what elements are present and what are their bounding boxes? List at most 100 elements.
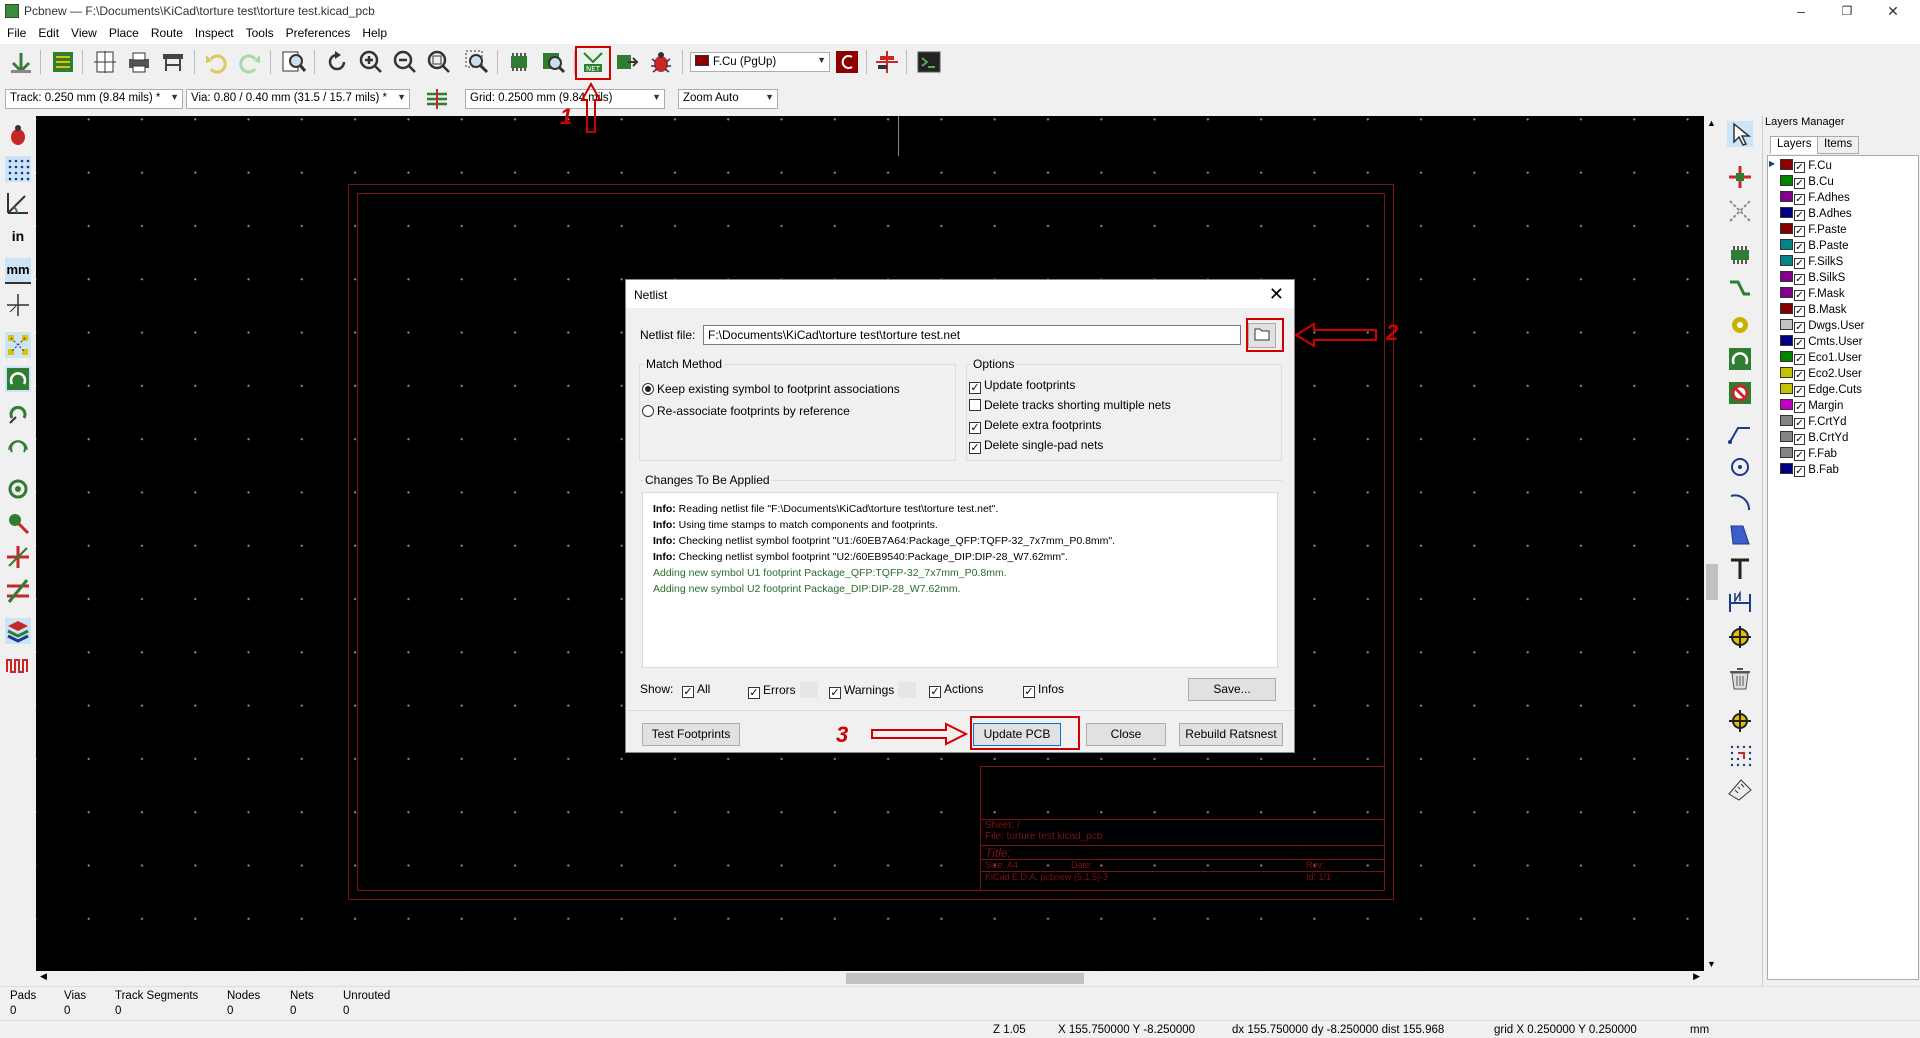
- save-icon[interactable]: [8, 49, 34, 75]
- layer-color-swatch[interactable]: [1780, 447, 1793, 458]
- zone-fill-icon[interactable]: [5, 366, 31, 392]
- footprint-browser-icon[interactable]: [540, 49, 566, 75]
- layer-color-swatch[interactable]: [1780, 351, 1793, 362]
- radio-keep-associations[interactable]: Keep existing symbol to footprint associ…: [642, 382, 900, 396]
- layer-row[interactable]: ✓ F.SilkS: [1780, 255, 1843, 271]
- layer-visibility-checkbox[interactable]: ✓: [1794, 466, 1805, 477]
- layer-row[interactable]: ✓ Dwgs.User: [1780, 319, 1864, 335]
- add-line-icon[interactable]: [1727, 420, 1753, 446]
- highlight-net-icon[interactable]: [1727, 164, 1753, 190]
- vertical-scrollbar[interactable]: ▲ ▼: [1704, 116, 1720, 971]
- layer-color-swatch[interactable]: [1780, 191, 1793, 202]
- layer-color-swatch[interactable]: [1780, 223, 1793, 234]
- layer-visibility-checkbox[interactable]: ✓: [1794, 370, 1805, 381]
- layer-row[interactable]: ✓ Eco1.User: [1780, 351, 1862, 367]
- add-target-icon[interactable]: [1727, 624, 1753, 650]
- layer-row[interactable]: ✓ F.CrtYd: [1780, 415, 1847, 431]
- layer-color-swatch[interactable]: [1780, 319, 1793, 330]
- add-via-icon[interactable]: [1727, 312, 1753, 338]
- layer-visibility-checkbox[interactable]: ✓: [1794, 226, 1805, 237]
- chk-delete-extra[interactable]: ✓ Delete extra footprints: [969, 418, 1101, 434]
- zoom-out-icon[interactable]: [392, 49, 418, 75]
- close-window-button[interactable]: ✕: [1870, 0, 1916, 24]
- zone-outline-icon[interactable]: [5, 400, 31, 426]
- layer-color-swatch[interactable]: [1780, 383, 1793, 394]
- measure-tool-icon[interactable]: [1727, 776, 1753, 802]
- layers-manager-toggle-icon[interactable]: [5, 618, 31, 644]
- layer-visibility-checkbox[interactable]: ✓: [1794, 274, 1805, 285]
- layer-color-swatch[interactable]: [1780, 271, 1793, 282]
- chk-delete-tracks[interactable]: Delete tracks shorting multiple nets: [969, 398, 1171, 412]
- vertical-scroll-thumb[interactable]: [1706, 564, 1718, 600]
- layer-row[interactable]: ✓ B.Adhes: [1780, 207, 1852, 223]
- page-settings-icon[interactable]: [92, 49, 118, 75]
- layer-color-swatch[interactable]: [1780, 431, 1793, 442]
- horizontal-scrollbar[interactable]: ◀ ▶: [36, 971, 1704, 985]
- layer-row[interactable]: ✓ Cmts.User: [1780, 335, 1863, 351]
- layer-visibility-checkbox[interactable]: ✓: [1794, 322, 1805, 333]
- layer-pair-icon[interactable]: [834, 49, 860, 75]
- layer-row[interactable]: ✓ B.Fab: [1780, 463, 1839, 479]
- layer-visibility-checkbox[interactable]: ✓: [1794, 290, 1805, 301]
- filter-errors[interactable]: ✓ Errors: [748, 682, 818, 699]
- layer-row[interactable]: ✓ B.Paste: [1780, 239, 1848, 255]
- update-pcb-from-schematic-icon[interactable]: [614, 49, 640, 75]
- layer-color-swatch[interactable]: [1780, 463, 1793, 474]
- microwave-tool-icon[interactable]: [874, 49, 900, 75]
- route-track-icon[interactable]: [1727, 276, 1753, 302]
- drill-origin-icon[interactable]: [1727, 708, 1753, 734]
- menu-place[interactable]: Place: [102, 24, 144, 40]
- changes-message-list[interactable]: Info: Reading netlist file "F:\Documents…: [642, 492, 1278, 668]
- layer-color-swatch[interactable]: [1780, 415, 1793, 426]
- select-arrow-icon[interactable]: [1727, 121, 1753, 147]
- layer-visibility-checkbox[interactable]: ✓: [1794, 450, 1805, 461]
- layer-visibility-checkbox[interactable]: ✓: [1794, 434, 1805, 445]
- layer-color-swatch[interactable]: [1780, 303, 1793, 314]
- track-sketch-icon[interactable]: [5, 544, 31, 570]
- layer-visibility-checkbox[interactable]: ✓: [1794, 306, 1805, 317]
- menu-route[interactable]: Route: [144, 24, 188, 40]
- show-ratsnest-icon[interactable]: [5, 332, 31, 358]
- menu-tools[interactable]: Tools: [239, 24, 279, 40]
- add-keepout-icon[interactable]: [1727, 380, 1753, 406]
- zone-sketch-icon[interactable]: [5, 434, 31, 460]
- save-report-button[interactable]: Save...: [1188, 678, 1276, 701]
- layer-row[interactable]: ✓ Edge.Cuts: [1780, 383, 1862, 399]
- show-grid-icon[interactable]: [5, 156, 31, 182]
- layer-row[interactable]: ✓ B.Cu: [1780, 175, 1834, 191]
- layer-color-swatch[interactable]: [1780, 207, 1793, 218]
- layer-visibility-checkbox[interactable]: ✓: [1794, 402, 1805, 413]
- dialog-close-icon[interactable]: ✕: [1269, 284, 1284, 305]
- auto-track-width-icon[interactable]: [424, 86, 450, 112]
- layer-visibility-checkbox[interactable]: ✓: [1794, 162, 1805, 173]
- drc-bug-icon[interactable]: [648, 49, 674, 75]
- inch-units-button[interactable]: in: [5, 224, 31, 250]
- full-crosshair-icon[interactable]: [5, 292, 31, 318]
- menu-preferences[interactable]: Preferences: [279, 24, 356, 40]
- add-footprint-icon[interactable]: [1727, 242, 1753, 268]
- layer-row[interactable]: ✓ F.Adhes: [1780, 191, 1850, 207]
- netlist-file-input[interactable]: F:\Documents\KiCad\torture test\torture …: [703, 325, 1241, 345]
- menu-file[interactable]: File: [0, 24, 31, 40]
- add-text-icon[interactable]: [1727, 556, 1753, 582]
- board-setup-icon[interactable]: [50, 49, 76, 75]
- track-width-select[interactable]: Track: 0.250 mm (9.84 mils) * ▼: [5, 89, 183, 109]
- filter-all[interactable]: ✓ All: [682, 682, 710, 698]
- layer-visibility-checkbox[interactable]: ✓: [1794, 178, 1805, 189]
- layer-visibility-checkbox[interactable]: ✓: [1794, 258, 1805, 269]
- test-footprints-button[interactable]: Test Footprints: [642, 723, 740, 746]
- menu-help[interactable]: Help: [355, 24, 392, 40]
- layer-visibility-checkbox[interactable]: ✓: [1794, 194, 1805, 205]
- maximize-button[interactable]: ❐: [1824, 0, 1870, 24]
- add-dimension-icon[interactable]: [1727, 590, 1753, 616]
- layer-row[interactable]: ✓ B.CrtYd: [1780, 431, 1848, 447]
- delete-icon[interactable]: [1727, 666, 1753, 692]
- polar-coords-icon[interactable]: [5, 190, 31, 216]
- mm-units-button[interactable]: mm: [5, 258, 31, 284]
- layer-visibility-checkbox[interactable]: ✓: [1794, 338, 1805, 349]
- zoom-select[interactable]: Zoom Auto ▼: [678, 89, 778, 109]
- rebuild-ratsnest-button[interactable]: Rebuild Ratsnest: [1179, 723, 1283, 746]
- add-arc-icon[interactable]: [1727, 488, 1753, 514]
- zoom-fit-icon[interactable]: [426, 49, 452, 75]
- chk-delete-single-pad[interactable]: ✓ Delete single-pad nets: [969, 438, 1103, 454]
